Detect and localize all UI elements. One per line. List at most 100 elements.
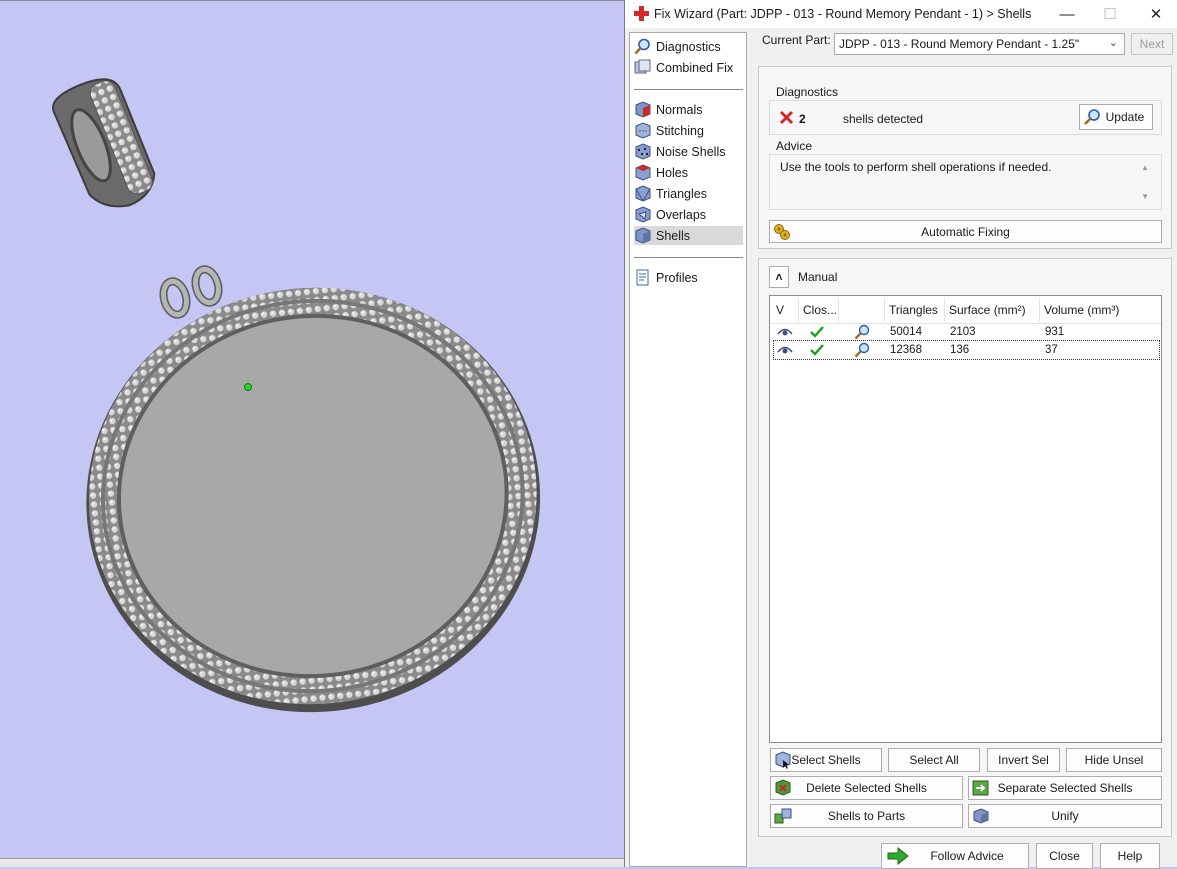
shells-to-parts-label: Shells to Parts [827, 809, 906, 823]
eye-visible-icon [777, 328, 793, 336]
nav-label: Diagnostics [656, 39, 721, 54]
diagnostics-group: 2 shells detected Update [769, 100, 1162, 135]
nav-label: Triangles [656, 186, 707, 201]
current-part-label: Current Part: [762, 33, 831, 47]
delete-selected-label: Delete Selected Shells [806, 781, 927, 795]
unify-label: Unify [1051, 809, 1079, 823]
table-header: V Clos... Triangles Surface (mm²) Volume… [770, 296, 1161, 324]
scroll-down-icon[interactable]: ▼ [1141, 192, 1149, 201]
nav-item-combined-fix[interactable]: Combined Fix [634, 58, 743, 77]
maximize-button[interactable]: ☐ [1087, 0, 1133, 28]
nav-item-noise-shells[interactable]: Noise Shells [634, 142, 743, 161]
next-button[interactable]: Next [1131, 33, 1173, 55]
green-arrow-icon [887, 847, 909, 865]
nav-item-normals[interactable]: Normals [634, 100, 743, 119]
checkmark-icon [810, 326, 824, 338]
nav-item-profiles[interactable]: Profiles [634, 268, 743, 287]
shells-cube-icon [635, 227, 651, 244]
magnifier-icon [1084, 109, 1100, 125]
advice-text: Use the tools to perform shell operation… [780, 160, 1052, 174]
hide-unsel-button[interactable]: Hide Unsel [1066, 748, 1162, 772]
nav-label: Combined Fix [656, 60, 734, 75]
column-header-surface[interactable]: Surface (mm²) [945, 298, 1040, 322]
diagnostics-panel: Diagnostics 2 shells detected Update Adv… [758, 66, 1172, 249]
automatic-fixing-button[interactable]: Automatic Fixing [769, 220, 1162, 243]
separated-bail-shell [52, 78, 156, 208]
column-header-triangles[interactable]: Triangles [885, 298, 945, 322]
invert-sel-button[interactable]: Invert Sel [987, 748, 1060, 772]
select-shells-label: Select Shells [791, 753, 861, 767]
cell-triangles: 50014 [890, 326, 922, 338]
nav-label: Overlaps [656, 207, 707, 222]
shells-table: V Clos... Triangles Surface (mm²) Volume… [769, 295, 1162, 743]
nav-label: Noise Shells [656, 144, 726, 159]
column-header-zoom[interactable] [839, 298, 885, 322]
help-button[interactable]: Help [1100, 843, 1160, 869]
advice-box: Use the tools to perform shell operation… [769, 154, 1162, 210]
unify-button[interactable]: Unify [968, 804, 1162, 828]
eye-visible-icon [777, 346, 793, 354]
current-part-dropdown[interactable]: JDPP - 013 - Round Memory Pendant - 1.25… [834, 33, 1125, 55]
shells-to-parts-icon [774, 808, 792, 824]
nav-divider [634, 89, 743, 90]
minimize-button[interactable]: — [1044, 0, 1090, 28]
nav-item-stitching[interactable]: Stitching [634, 121, 743, 140]
window-title: Fix Wizard (Part: JDPP - 013 - Round Mem… [654, 7, 1032, 21]
3d-viewport[interactable] [0, 0, 624, 867]
pendant-body [86, 287, 541, 713]
title-bar[interactable]: Fix Wizard (Part: JDPP - 013 - Round Mem… [625, 0, 1177, 28]
cell-triangles: 12368 [890, 344, 922, 356]
nav-label: Stitching [656, 123, 704, 138]
follow-advice-button[interactable]: Follow Advice [881, 843, 1029, 869]
nav-label: Profiles [656, 270, 698, 285]
separate-selected-shells-button[interactable]: Separate Selected Shells [968, 776, 1162, 800]
column-header-visible[interactable]: V [772, 298, 799, 322]
column-header-closed[interactable]: Clos... [799, 298, 839, 322]
noise-shells-cube-icon [635, 143, 651, 160]
cell-surface: 136 [950, 344, 970, 356]
chevron-down-icon: ⌄ [1108, 37, 1118, 49]
update-button[interactable]: Update [1079, 104, 1153, 130]
current-part-value: JDPP - 013 - Round Memory Pendant - 1.25… [839, 37, 1080, 51]
holes-cube-icon [635, 164, 651, 181]
separate-selected-label: Separate Selected Shells [997, 781, 1133, 795]
triangles-cube-icon [635, 185, 651, 202]
column-header-volume[interactable]: Volume (mm³) [1040, 298, 1160, 322]
diagnostics-title: Diagnostics [776, 85, 839, 99]
nav-item-holes[interactable]: Holes [634, 163, 743, 182]
checkmark-icon [810, 344, 824, 356]
overlaps-cube-icon [635, 206, 651, 223]
shells-to-parts-button[interactable]: Shells to Parts [770, 804, 963, 828]
nav-label: Shells [656, 228, 691, 243]
diagnostics-message: shells detected [843, 112, 924, 126]
select-shells-cube-icon [775, 751, 791, 769]
advice-title: Advice [776, 139, 813, 153]
unify-icon [973, 808, 989, 824]
cell-volume: 931 [1045, 326, 1065, 338]
nav-item-shells[interactable]: Shells [634, 226, 743, 245]
nav-item-diagnostics[interactable]: Diagnostics [634, 37, 743, 56]
zoom-to-shell-icon [854, 342, 870, 358]
follow-advice-label: Follow Advice [930, 849, 1004, 863]
nav-item-triangles[interactable]: Triangles [634, 184, 743, 203]
select-all-button[interactable]: Select All [888, 748, 980, 772]
collapse-manual-button[interactable]: ˄ [769, 266, 789, 288]
cell-volume: 37 [1045, 344, 1058, 356]
zoom-to-shell-icon [854, 324, 870, 340]
close-window-button[interactable]: ✕ [1133, 0, 1177, 28]
delete-selected-shells-button[interactable]: Delete Selected Shells [770, 776, 963, 800]
table-row[interactable]: 50014 2103 931 [772, 323, 1159, 342]
close-button[interactable]: Close [1036, 843, 1093, 869]
stitching-cube-icon [635, 122, 651, 139]
automatic-fixing-label: Automatic Fixing [921, 224, 1010, 239]
table-row[interactable]: 12368 136 37 [773, 340, 1160, 360]
profiles-document-icon [636, 269, 649, 286]
nav-label: Holes [656, 165, 688, 180]
nav-divider [634, 257, 743, 258]
red-x-icon [779, 110, 794, 125]
update-label: Update [1105, 110, 1145, 124]
nav-item-overlaps[interactable]: Overlaps [634, 205, 743, 224]
select-shells-button[interactable]: Select Shells [770, 748, 882, 772]
scroll-up-icon[interactable]: ▲ [1141, 163, 1149, 172]
nav-label: Normals [656, 102, 703, 117]
